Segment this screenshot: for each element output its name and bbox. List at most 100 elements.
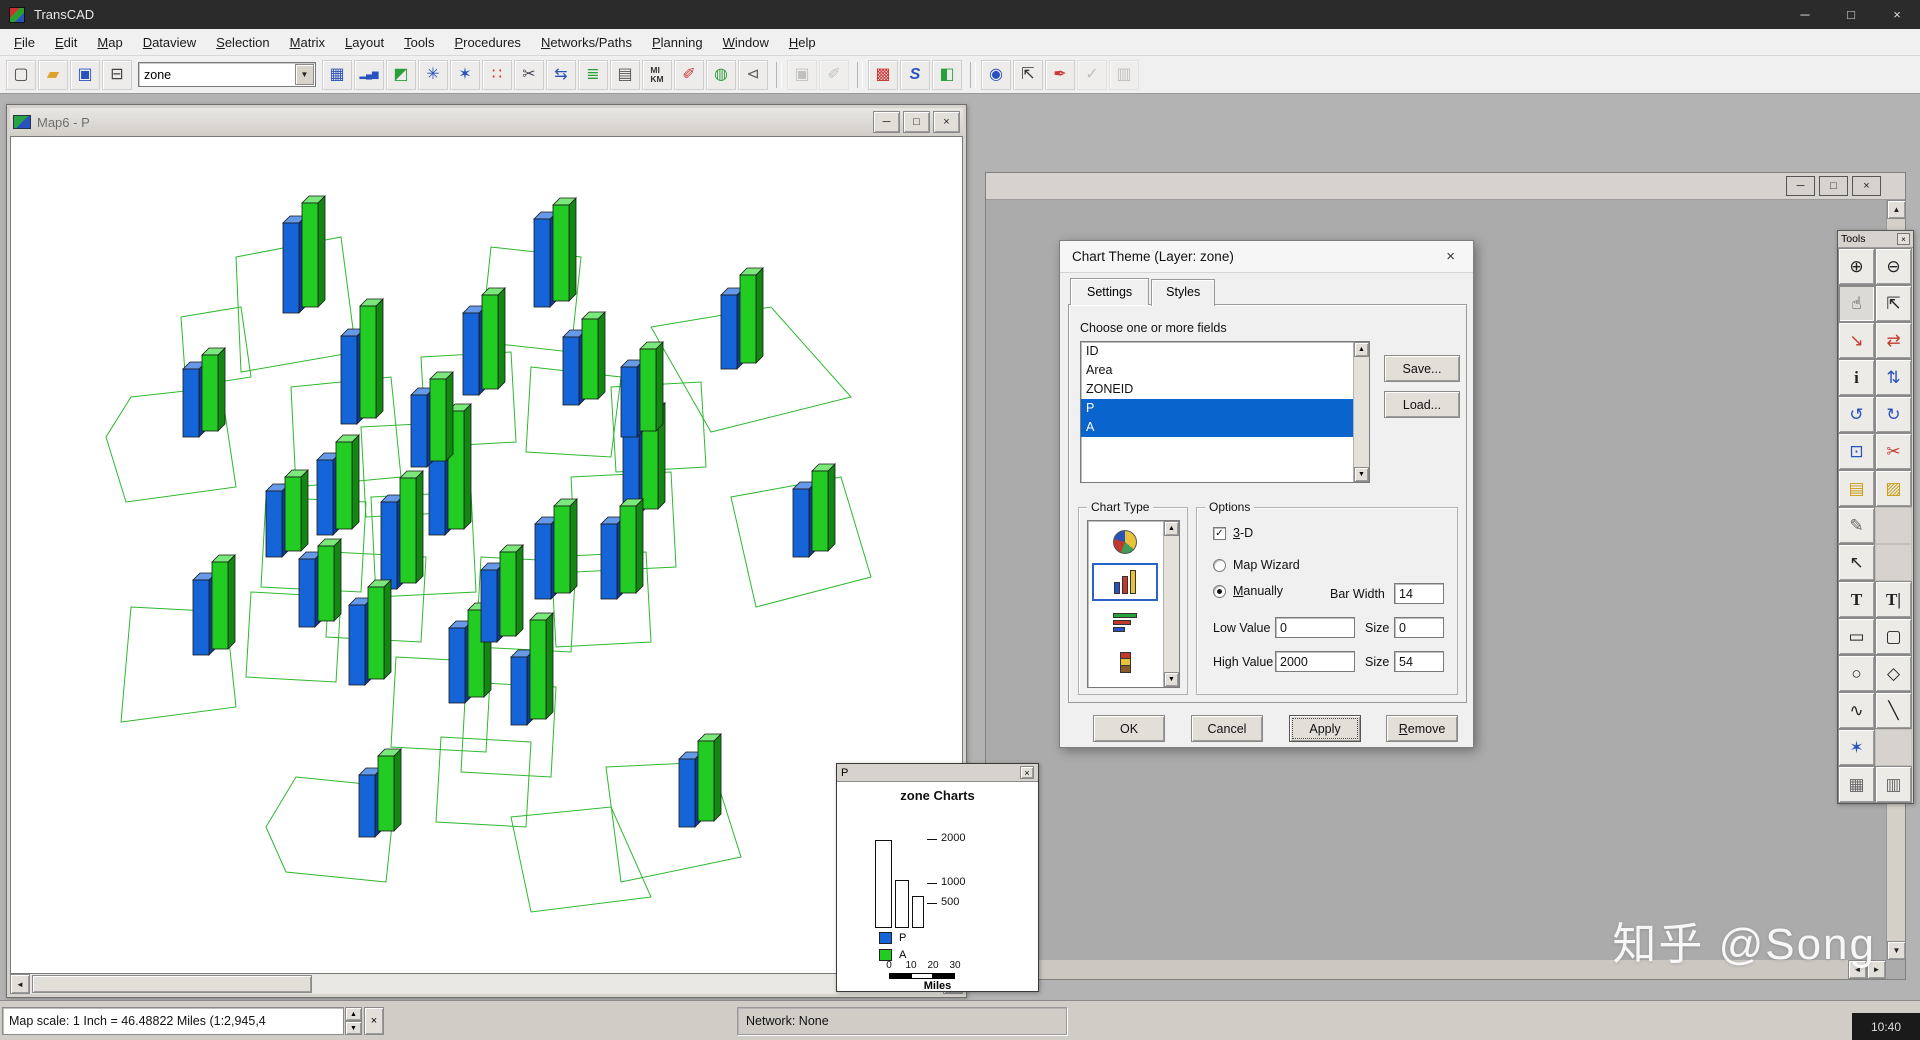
scroll-down-icon[interactable]: ▼ (1164, 672, 1179, 687)
route-s-button[interactable]: S (900, 59, 930, 90)
spin-down-icon[interactable]: ▼ (345, 1021, 362, 1035)
circle-tool[interactable]: ○ (1838, 655, 1875, 692)
chart-button[interactable]: ▂▄▆ (354, 59, 384, 90)
spin-up-icon[interactable]: ▲ (345, 1007, 362, 1021)
field-option-id[interactable]: ID (1081, 342, 1353, 361)
field-option-area[interactable]: Area (1081, 361, 1353, 380)
print-button[interactable]: ⊟ (102, 59, 132, 90)
legend-titlebar[interactable]: P × (837, 764, 1038, 782)
scale-down-tool[interactable]: ↘ (1838, 322, 1875, 359)
bar-width-field[interactable] (1394, 583, 1444, 604)
save-button[interactable]: Save... (1384, 355, 1460, 382)
rotate-cw-tool[interactable]: ↻ (1875, 396, 1912, 433)
apply-button[interactable]: Apply (1289, 715, 1361, 742)
menu-map[interactable]: Map (87, 30, 132, 55)
high-value-field[interactable] (1275, 651, 1355, 672)
chart-type-pie[interactable] (1092, 523, 1158, 561)
minimize-icon[interactable]: ─ (1786, 176, 1815, 196)
menu-networks-paths[interactable]: Networks/Paths (531, 30, 642, 55)
text-tool[interactable]: T (1838, 581, 1875, 618)
rotate-ccw-tool[interactable]: ↺ (1838, 396, 1875, 433)
color-grid-button[interactable]: ▩ (868, 59, 898, 90)
zoom-in-tool[interactable]: ⊕ (1838, 248, 1875, 285)
scroll-up-icon[interactable]: ▲ (1354, 342, 1369, 357)
field-option-zoneid[interactable]: ZONEID (1081, 380, 1353, 399)
network-edit-button[interactable]: ✂ (514, 59, 544, 90)
listbox-scrollbar[interactable]: ▲ ▼ (1353, 342, 1369, 482)
save-button[interactable]: ▣ (70, 59, 100, 90)
layers-button[interactable]: ≣ (578, 59, 608, 90)
load-button[interactable]: Load... (1384, 391, 1460, 418)
open-file-button[interactable]: ▰ (38, 59, 68, 90)
rotate-rect-tool[interactable]: ⊡ (1838, 433, 1875, 470)
scroll-up-icon[interactable]: ▲ (1887, 200, 1906, 219)
menu-layout[interactable]: Layout (335, 30, 394, 55)
chart-type-vbar[interactable] (1092, 643, 1158, 681)
overlay-button[interactable]: ◩ (386, 59, 416, 90)
scatter-theme-button[interactable]: ∷ (482, 59, 512, 90)
field-option-a[interactable]: A (1081, 418, 1353, 437)
cut-tool[interactable]: ✂ (1875, 433, 1912, 470)
chart-type-scrollbar[interactable]: ▲ ▼ (1163, 521, 1179, 687)
chart-type-hbar[interactable] (1092, 603, 1158, 641)
low-size-field[interactable] (1394, 617, 1444, 638)
map-horizontal-scrollbar[interactable]: ◄ ► (10, 974, 963, 994)
report-button[interactable]: ▤ (610, 59, 640, 90)
needle-pin-button[interactable]: ✐ (674, 59, 704, 90)
menu-procedures[interactable]: Procedures (444, 30, 530, 55)
info-tool[interactable]: i (1838, 359, 1875, 396)
field-option-p[interactable]: P (1081, 399, 1353, 418)
swap-tool[interactable]: ⇄ (1875, 322, 1912, 359)
dropdown-icon[interactable]: ▼ (295, 64, 314, 85)
close-icon[interactable]: × (1852, 176, 1881, 196)
map-window-titlebar[interactable]: Map6 - P ─ □ × (10, 108, 963, 136)
line-tool[interactable]: ╲ (1875, 692, 1912, 729)
scroll-up-icon[interactable]: ▲ (1164, 521, 1179, 536)
star-theme-button[interactable]: ✳ (418, 59, 448, 90)
menu-dataview[interactable]: Dataview (133, 30, 206, 55)
close-icon[interactable]: × (1897, 233, 1910, 245)
snowflake-theme-button[interactable]: ✶ (450, 59, 480, 90)
minimize-icon[interactable]: ─ (873, 111, 900, 133)
ok-button[interactable]: OK (1093, 715, 1165, 742)
scroll-left-icon[interactable]: ◄ (10, 974, 30, 994)
scrollbar-thumb[interactable] (32, 975, 312, 993)
threed-checkbox[interactable]: ✓ (1213, 526, 1226, 540)
tools-palette-titlebar[interactable]: Tools × (1838, 231, 1913, 248)
rounded-rect-tool[interactable]: ▢ (1875, 618, 1912, 655)
polygon-tool[interactable]: ◇ (1875, 655, 1912, 692)
scroll-down-icon[interactable]: ▼ (1887, 941, 1906, 960)
units-mi-km-button[interactable]: MI KM (642, 59, 672, 90)
menu-planning[interactable]: Planning (642, 30, 713, 55)
text-cursor-tool[interactable]: T| (1875, 581, 1912, 618)
menu-tools[interactable]: Tools (394, 30, 444, 55)
globe-chart-button[interactable]: ◉ (981, 59, 1011, 90)
maximize-icon[interactable]: □ (1828, 0, 1874, 29)
chart-type-bar[interactable] (1092, 563, 1158, 601)
dialog-titlebar[interactable]: Chart Theme (Layer: zone) × (1060, 241, 1473, 273)
close-icon[interactable]: × (933, 111, 960, 133)
maximize-icon[interactable]: □ (1819, 176, 1848, 196)
theme-grid-tool[interactable]: ▨ (1875, 470, 1912, 507)
map-canvas[interactable] (10, 136, 963, 974)
tab-settings[interactable]: Settings (1070, 278, 1150, 305)
updown-tool[interactable]: ⇅ (1875, 359, 1912, 396)
compass-tool[interactable]: ✶ (1838, 729, 1875, 766)
menu-matrix[interactable]: Matrix (280, 30, 335, 55)
menu-edit[interactable]: Edit (45, 30, 87, 55)
pen-tool[interactable]: ✎ (1838, 507, 1875, 544)
select-pointer-tool[interactable]: ↖ (1838, 544, 1875, 581)
freehand-tool[interactable]: ∿ (1838, 692, 1875, 729)
globe-button[interactable]: ◍ (706, 59, 736, 90)
manually-radio[interactable] (1213, 584, 1226, 598)
new-file-button[interactable]: ▢ (6, 59, 36, 90)
close-icon[interactable]: × (1874, 0, 1920, 29)
menu-file[interactable]: File (4, 30, 45, 55)
zoom-out-tool[interactable]: ⊖ (1875, 248, 1912, 285)
dataview-button[interactable]: ▦ (322, 59, 352, 90)
layer-select[interactable]: zone ▼ (138, 62, 316, 87)
maximize-icon[interactable]: □ (903, 111, 930, 133)
tab-styles[interactable]: Styles (1151, 279, 1216, 306)
minimize-icon[interactable]: ─ (1782, 0, 1828, 29)
cancel-button[interactable]: Cancel (1191, 715, 1263, 742)
